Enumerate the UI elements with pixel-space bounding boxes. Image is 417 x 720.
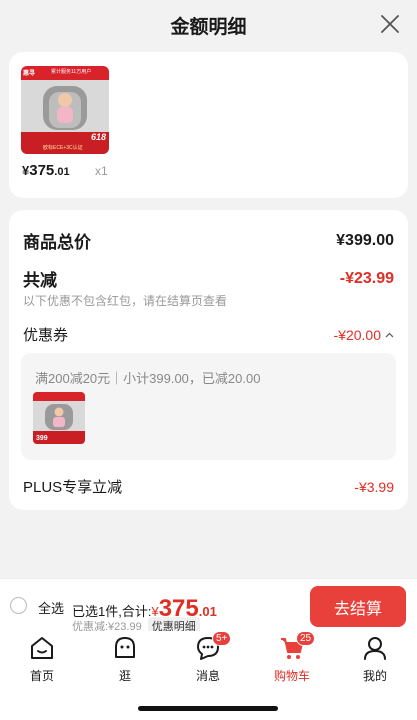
promo-618: 618	[90, 132, 106, 142]
tab-bar: 首页 逛 5+ 消息 25 购物车 我的	[0, 631, 417, 720]
checkout-total-dec: .01	[198, 604, 217, 619]
select-all-label[interactable]: 全选	[38, 598, 64, 617]
product-card: 惠寻 累计服务11万用户 618 欧标ECE+3C认证 ¥375.01 x1	[9, 52, 408, 198]
product-quantity: x1	[95, 164, 108, 178]
tab-cart[interactable]: 25 购物车	[262, 631, 322, 684]
tab-label-browse: 逛	[118, 669, 131, 683]
browse-icon	[115, 637, 135, 658]
checkout-button[interactable]: 去结算	[310, 586, 406, 627]
coupon-row[interactable]: 优惠券 -¥20.00	[23, 324, 394, 345]
plus-discount-row: PLUS专享立减 -¥3.99	[23, 476, 394, 497]
coupon-detail-box: 满200减20元｜小计399.00，已减20.00 399	[21, 353, 396, 460]
plus-discount-value: -¥3.99	[354, 478, 394, 495]
message-badge: 5+	[212, 631, 232, 646]
tab-home[interactable]: 首页	[12, 635, 72, 684]
product-cert-text: 欧标ECE+3C认证	[43, 145, 83, 151]
coupon-label: 优惠券	[23, 327, 69, 344]
total-price-value: ¥399.00	[336, 231, 394, 249]
tab-label-cart: 购物车	[273, 669, 310, 683]
product-image[interactable]: 惠寻 累计服务11万用户 618 欧标ECE+3C认证	[21, 66, 109, 154]
tab-browse[interactable]: 逛	[95, 635, 155, 684]
select-all-radio[interactable]	[10, 597, 27, 614]
tab-label-home: 首页	[29, 669, 54, 683]
breakdown-card: 商品总价 ¥399.00 共减 -¥23.99 以下优惠不包含红包，请在结算页查…	[9, 210, 408, 510]
close-icon[interactable]	[379, 13, 401, 35]
reduction-row: 共减 -¥23.99	[23, 266, 394, 291]
tab-label-profile: 我的	[362, 669, 387, 683]
car-seat-illustration	[43, 86, 87, 130]
coupon-thumb-price: 399	[36, 435, 48, 442]
plus-discount-label: PLUS专享立减	[23, 479, 123, 496]
coupon-value: -¥20.00	[333, 326, 381, 343]
total-price-label: 商品总价	[23, 233, 91, 252]
home-indicator	[138, 706, 278, 711]
header: 金额明细	[0, 0, 417, 50]
product-banner-text: 累计服务11万用户	[51, 69, 92, 75]
discount-note: 以下优惠不包含红包，请在结算页查看	[23, 294, 228, 308]
profile-icon	[364, 637, 386, 660]
coupon-toggle[interactable]: -¥20.00	[334, 327, 394, 343]
reduction-label: 共减	[23, 271, 57, 290]
page-title: 金额明细	[170, 16, 247, 38]
product-brand: 惠寻	[23, 71, 36, 77]
product-price: ¥375.01	[22, 162, 70, 179]
checkout-bar: 全选 已选1件,合计:¥375.01 优惠减:¥23.99 优惠明细 去结算	[0, 578, 417, 635]
car-seat-thumbnail	[45, 404, 73, 430]
tab-profile[interactable]: 我的	[345, 635, 405, 684]
cart-badge: 25	[296, 631, 316, 646]
coupon-product-image: 399	[33, 392, 85, 444]
tab-messages[interactable]: 5+ 消息	[178, 631, 238, 684]
home-icon	[31, 637, 53, 659]
reduction-value: -¥23.99	[339, 269, 394, 287]
chevron-up-icon	[385, 332, 394, 337]
coupon-description: 满200减20元｜小计399.00，已减20.00	[35, 371, 261, 386]
total-price-row: 商品总价 ¥399.00	[23, 228, 394, 253]
tab-label-messages: 消息	[195, 669, 220, 683]
